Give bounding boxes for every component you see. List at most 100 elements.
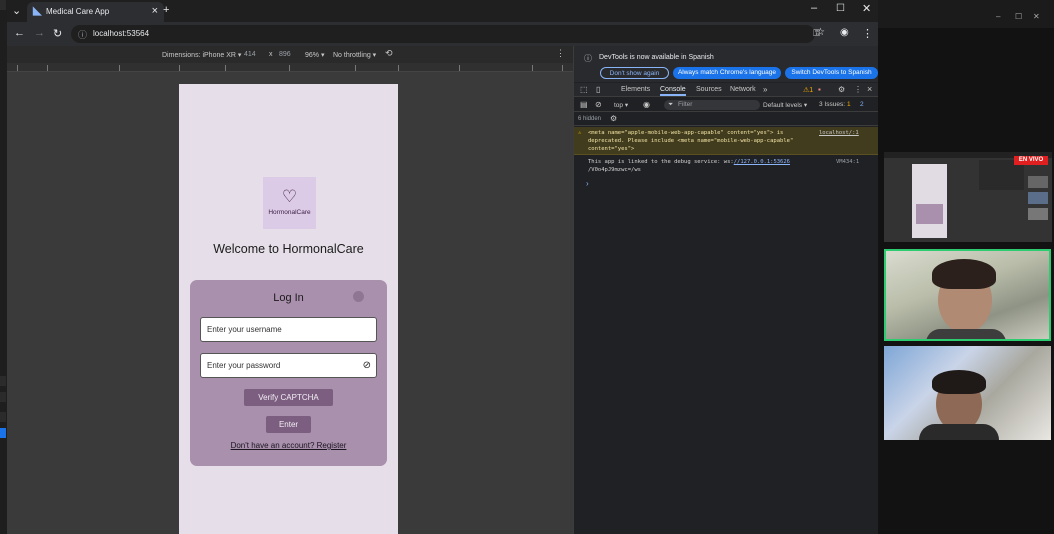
welcome-heading: Welcome to HormonalCare <box>213 242 364 256</box>
stream-side-panel: – ☐ ✕ EN VIVO <box>878 0 1054 534</box>
clear-console-icon[interactable]: ⊘ <box>595 100 602 109</box>
visibility-off-icon[interactable]: ⊘ <box>363 360 371 371</box>
bg-maximize-icon[interactable]: ☐ <box>1015 12 1022 21</box>
hidden-messages-row: 6 hidden ⚙ <box>574 113 879 126</box>
height-field[interactable]: 896 <box>279 51 291 58</box>
rotate-icon[interactable]: ⟲ <box>385 48 393 59</box>
verify-captcha-button[interactable]: Verify CAPTCHA <box>244 389 333 406</box>
tab-console[interactable]: Console <box>660 86 686 96</box>
url-text: localhost:53564 <box>93 29 150 38</box>
minimize-icon[interactable]: – <box>811 2 817 14</box>
ruler-mark <box>459 65 460 71</box>
ruler-mark <box>355 65 356 71</box>
console-prompt[interactable]: › <box>586 179 589 188</box>
username-input[interactable]: Enter your username <box>200 317 377 342</box>
console-warning-message: ⚠ <meta name="apple-mobile-web-app-capab… <box>574 127 879 155</box>
browser-toolbar: ← → ↻ ⓘ localhost:53564 ⚿ ☆ ◉ ⋮ <box>7 22 878 46</box>
thumb-cam <box>1028 192 1048 204</box>
ruler-mark <box>17 65 18 71</box>
forward-icon[interactable]: → <box>34 27 45 39</box>
webcam-participant-2[interactable] <box>884 346 1051 440</box>
bg-minimize-icon[interactable]: – <box>996 12 1000 21</box>
tab-search-icon[interactable]: ⌄ <box>12 4 21 17</box>
device-toggle-icon[interactable]: ▯ <box>596 85 600 94</box>
warning-count: 1 <box>809 87 814 94</box>
context-select[interactable]: top ▾ <box>614 101 628 109</box>
tab-elements[interactable]: Elements <box>621 86 650 93</box>
enter-button[interactable]: Enter <box>266 416 311 433</box>
devtools-tabs: ⬚ ▯ Elements Console Sources Network » ⚠… <box>574 83 879 97</box>
ruler-mark <box>289 65 290 71</box>
switch-spanish-button[interactable]: Switch DevTools to Spanish <box>785 67 878 79</box>
console-settings-icon[interactable]: ⚙ <box>610 114 617 123</box>
edge-chip-active <box>0 428 6 438</box>
ruler-mark <box>47 65 48 71</box>
dont-show-again-button[interactable]: Don't show again <box>600 67 669 79</box>
left-edge-strip <box>0 0 7 534</box>
console-info-message: This app is linked to the debug service:… <box>574 156 879 178</box>
webcam-participant-1[interactable] <box>884 249 1051 341</box>
profile-icon[interactable]: ◉ <box>840 27 849 38</box>
bg-close-icon[interactable]: ✕ <box>1033 12 1040 21</box>
password-input[interactable]: Enter your password ⊘ <box>200 353 377 378</box>
inspect-icon[interactable]: ⬚ <box>580 85 588 94</box>
device-options-icon[interactable]: ⋮ <box>556 48 565 59</box>
error-flag-icon: ▪ <box>818 85 821 94</box>
screen-share-thumbnail[interactable]: EN VIVO <box>884 152 1052 242</box>
participant-hair <box>932 259 996 289</box>
edge-chip <box>0 376 6 386</box>
console-filter-bar: ▤ ⊘ top ▾ ◉ ⏷ Filter Default levels ▾ 3 … <box>574 98 879 112</box>
info-source-link[interactable]: VM434:1 <box>836 158 859 166</box>
devtools-menu-icon[interactable]: ⋮ <box>854 85 862 94</box>
sidebar-toggle-icon[interactable]: ▤ <box>580 100 588 109</box>
tab-sources[interactable]: Sources <box>696 86 722 93</box>
flutter-favicon-icon: ◣ <box>33 5 42 17</box>
zoom-select[interactable]: 96% ▾ <box>305 51 324 59</box>
live-expression-eye-icon[interactable]: ◉ <box>643 100 650 109</box>
ruler-mark <box>532 65 533 71</box>
site-info-icon[interactable]: ⓘ <box>78 28 87 41</box>
maximize-icon[interactable]: ☐ <box>836 3 845 14</box>
ruler-mark <box>119 65 120 71</box>
chrome-menu-icon[interactable]: ⋮ <box>862 27 873 40</box>
participant-hair <box>932 370 986 394</box>
close-window-icon[interactable]: ✕ <box>862 2 871 15</box>
issues-info-count: 2 <box>860 101 864 108</box>
address-bar[interactable]: ⓘ localhost:53564 ⚿ <box>71 25 820 43</box>
info-icon: ⓘ <box>584 54 592 63</box>
warning-count-icon[interactable]: ⚠1 <box>803 86 813 94</box>
width-field[interactable]: 414 <box>244 51 256 58</box>
match-language-button[interactable]: Always match Chrome's language <box>673 67 781 79</box>
tab-close-icon[interactable]: × <box>152 5 158 17</box>
back-icon[interactable]: ← <box>14 27 25 39</box>
ruler-mark <box>179 65 180 71</box>
throttling-select[interactable]: No throttling ▾ <box>333 51 376 59</box>
issues-label[interactable]: 3 Issues: <box>819 101 845 108</box>
log-levels-select[interactable]: Default levels ▾ <box>763 101 807 109</box>
warning-source-link[interactable]: localhost/:1 <box>819 129 859 137</box>
more-tabs-icon[interactable]: » <box>763 85 767 94</box>
tab-network[interactable]: Network <box>730 86 756 93</box>
thumb-cam <box>1028 208 1048 220</box>
dimensions-select[interactable]: Dimensions: iPhone XR ▾ <box>162 51 241 59</box>
browser-tab[interactable]: ◣ Medical Care App × <box>27 2 164 22</box>
settings-gear-icon[interactable]: ⚙ <box>838 85 845 94</box>
edge-chip <box>0 392 6 402</box>
emulated-phone-screen: ♡ HormonalCare Welcome to HormonalCare L… <box>179 84 398 534</box>
bookmark-star-icon[interactable]: ☆ <box>816 27 825 38</box>
devtools-close-icon[interactable]: × <box>867 84 872 94</box>
register-link[interactable]: Don't have an account? Register <box>190 441 387 450</box>
filter-input[interactable]: ⏷ Filter <box>664 100 760 110</box>
reload-icon[interactable]: ↻ <box>53 27 62 40</box>
thumb-cam <box>1028 176 1048 188</box>
live-badge: EN VIVO <box>1014 156 1048 165</box>
ruler-mark <box>225 65 226 71</box>
background-window-bar: – ☐ ✕ <box>878 0 1054 28</box>
debug-service-link[interactable]: //127.0.0.1:53626 <box>734 159 790 165</box>
info-prefix: This app is linked to the debug service:… <box>588 159 734 165</box>
new-tab-button[interactable]: + <box>163 4 169 16</box>
logo-text: HormonalCare <box>268 209 311 216</box>
password-placeholder: Enter your password <box>207 361 281 370</box>
toggle-indicator[interactable] <box>353 291 364 302</box>
participant-shirt <box>919 424 999 440</box>
